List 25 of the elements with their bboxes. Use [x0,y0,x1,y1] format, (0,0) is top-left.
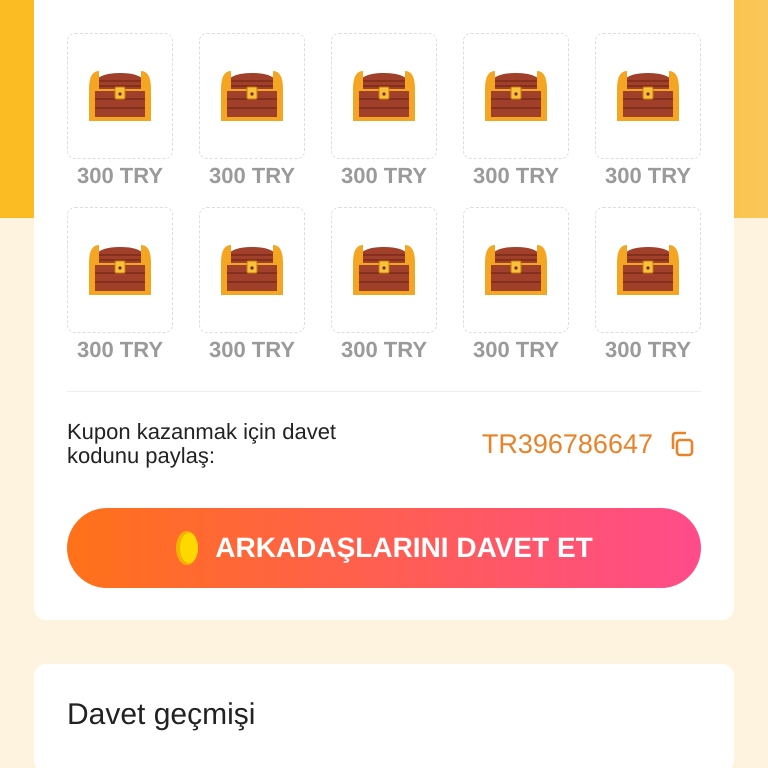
share-instruction: Kupon kazanmak için davet kodunu paylaş: [67,420,338,468]
treasure-chest-icon [351,69,417,123]
reward-amount: 300 TRY [604,337,691,363]
section-title: Davet geçmişi [67,698,256,732]
treasure-chest-icon [219,243,285,297]
treasure-chest-icon [483,69,549,123]
reward-amount: 300 TRY [340,337,427,363]
reward-amount: 300 TRY [340,163,427,189]
reward-amount: 300 TRY [472,337,559,363]
reward-amount: 300 TRY [604,163,691,189]
treasure-chest-icon [483,243,549,297]
invite-friends-button[interactable]: ARKADAŞLARINI DAVET ET [67,508,701,588]
treasure-chest-icon [87,243,153,297]
treasure-chest-icon [219,69,285,123]
reward-amount: 300 TRY [472,163,559,189]
reward-amount: 300 TRY [76,337,163,363]
reward-amount: 300 TRY [208,337,295,363]
reward-amount: 300 TRY [76,163,163,189]
treasure-chest-icon [615,243,681,297]
invite-code: TR396786647 [482,428,653,460]
treasure-chest-icon [87,69,153,123]
coin-icon [175,530,200,566]
treasure-chest-icon [615,69,681,123]
reward-amount: 300 TRY [208,163,295,189]
treasure-chest-icon [351,243,417,297]
